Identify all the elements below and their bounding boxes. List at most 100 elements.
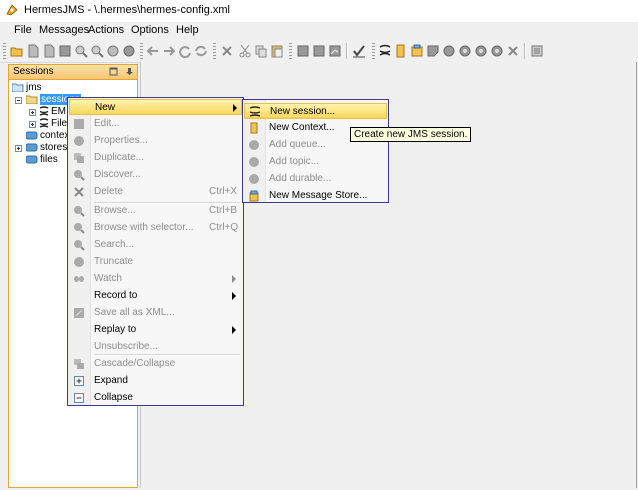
expand-icon[interactable] xyxy=(29,121,36,128)
toolbar-grip[interactable] xyxy=(213,43,216,59)
maximize-icon[interactable] xyxy=(109,67,118,76)
menu-item-unsubscribe[interactable]: Unsubscribe... xyxy=(69,339,242,355)
menu-file[interactable]: File xyxy=(14,24,32,36)
toolbar xyxy=(0,40,638,63)
menu-item-new[interactable]: New xyxy=(69,99,242,115)
settings-icon[interactable] xyxy=(530,44,544,58)
window-title: HermesJMS - \.hermes\hermes-config.xml xyxy=(24,4,230,16)
submenu-arrow-icon xyxy=(232,292,236,300)
folder-icon xyxy=(26,131,38,140)
clock-icon[interactable] xyxy=(106,44,120,58)
menu-item-delete[interactable]: Delete Ctrl+X xyxy=(69,184,242,200)
queue-icon[interactable] xyxy=(458,44,472,58)
menu-item-save-xml[interactable]: Save all as XML... xyxy=(69,305,242,321)
back-icon[interactable] xyxy=(146,44,160,58)
cascade-icon xyxy=(74,359,84,369)
collapse-icon[interactable] xyxy=(15,97,22,104)
cut-icon[interactable] xyxy=(238,44,252,58)
document-icon[interactable] xyxy=(42,44,56,58)
store-icon xyxy=(249,190,259,202)
browse-icon[interactable] xyxy=(426,44,440,58)
toolbar-grip[interactable] xyxy=(140,43,143,59)
pin-icon[interactable] xyxy=(125,67,134,76)
collapse-icon xyxy=(74,393,84,403)
discover-icon xyxy=(74,170,85,181)
watch-icon[interactable] xyxy=(442,44,456,58)
menu-item-record-to[interactable]: Record to xyxy=(69,288,242,304)
menu-shortcut: Ctrl+B xyxy=(209,205,238,216)
menu-messages[interactable]: Messages xyxy=(39,24,89,36)
topic-icon[interactable] xyxy=(474,44,488,58)
menu-shortcut: Ctrl+Q xyxy=(209,222,239,233)
browse-icon xyxy=(74,206,85,217)
menu-item-expand[interactable]: Expand xyxy=(69,373,242,389)
menu-item-discover[interactable]: Discover... xyxy=(69,167,242,183)
session-icon[interactable] xyxy=(378,44,392,58)
durable-icon[interactable] xyxy=(490,44,504,58)
store-icon[interactable] xyxy=(410,44,424,58)
delete-icon[interactable] xyxy=(220,44,234,58)
expand-icon[interactable] xyxy=(15,145,22,152)
copy-icon[interactable] xyxy=(254,44,268,58)
menu-item-label: Collapse xyxy=(94,392,133,403)
durable-icon xyxy=(249,174,259,184)
menu-item-new-session[interactable]: New session... xyxy=(244,103,387,119)
menu-item-label: Browse with selector... xyxy=(94,222,194,233)
queue-icon xyxy=(249,140,259,150)
search-icon[interactable] xyxy=(74,44,88,58)
list-icon[interactable] xyxy=(296,44,310,58)
browse-selector-icon xyxy=(74,223,85,234)
chart-icon[interactable] xyxy=(328,44,342,58)
toolbar-grip[interactable] xyxy=(3,43,6,59)
refresh-icon[interactable] xyxy=(178,44,192,58)
tree-label: files xyxy=(40,154,58,165)
menu-item-truncate[interactable]: Truncate xyxy=(69,254,242,270)
menu-item-edit[interactable]: Edit... xyxy=(69,116,242,132)
stop-icon[interactable] xyxy=(58,44,72,58)
zoom-icon[interactable] xyxy=(90,44,104,58)
menu-item-label: Add queue... xyxy=(269,139,326,150)
document-icon[interactable] xyxy=(26,44,40,58)
menu-item-replay-to[interactable]: Replay to xyxy=(69,322,242,338)
menu-item-add-topic[interactable]: Add topic... xyxy=(244,154,387,170)
menu-help[interactable]: Help xyxy=(176,24,199,36)
open-icon[interactable] xyxy=(10,44,24,58)
paste-icon[interactable] xyxy=(270,44,284,58)
menu-item-search[interactable]: Search... xyxy=(69,237,242,253)
menu-item-browse[interactable]: Browse... Ctrl+B xyxy=(69,203,242,219)
toolbar-grip[interactable] xyxy=(372,43,375,59)
menu-item-watch[interactable]: Watch xyxy=(69,271,242,287)
submenu-arrow-icon xyxy=(233,104,237,112)
menu-options[interactable]: Options xyxy=(131,24,169,36)
folder-icon xyxy=(26,155,38,164)
toolbar-grip[interactable] xyxy=(289,43,292,59)
menu-item-add-durable[interactable]: Add durable... xyxy=(244,171,387,187)
new-submenu: New session... New Context... Add queue.… xyxy=(242,99,389,203)
session-icon xyxy=(39,106,49,116)
context-icon xyxy=(250,122,258,134)
folder-open-icon xyxy=(26,95,38,104)
menu-item-collapse[interactable]: Collapse xyxy=(69,390,242,406)
tree-label: stores xyxy=(40,142,68,153)
expand-icon xyxy=(74,376,84,386)
menu-item-label: Expand xyxy=(94,375,128,386)
delete-icon[interactable] xyxy=(506,44,520,58)
sessions-panel-title: Sessions xyxy=(13,66,54,77)
list-icon[interactable] xyxy=(312,44,326,58)
menu-item-new-message-store[interactable]: New Message Store... xyxy=(244,188,387,204)
context-icon[interactable] xyxy=(394,44,408,58)
menu-item-properties[interactable]: Properties... xyxy=(69,133,242,149)
menu-item-label: New Context... xyxy=(269,122,335,133)
menu-item-cascade-collapse[interactable]: Cascade/Collapse xyxy=(69,356,242,372)
watch-icon xyxy=(74,276,84,282)
expand-icon[interactable] xyxy=(29,109,36,116)
check-icon[interactable] xyxy=(352,44,366,58)
menu-item-duplicate[interactable]: Duplicate... xyxy=(69,150,242,166)
menu-item-label: Add topic... xyxy=(269,156,320,167)
circle-icon[interactable] xyxy=(122,44,136,58)
sync-icon[interactable] xyxy=(194,44,208,58)
menu-actions[interactable]: Actions xyxy=(88,24,124,36)
menu-item-browse-selector[interactable]: Browse with selector... Ctrl+Q xyxy=(69,220,242,236)
forward-icon[interactable] xyxy=(162,44,176,58)
menu-item-label: Replay to xyxy=(94,324,137,335)
